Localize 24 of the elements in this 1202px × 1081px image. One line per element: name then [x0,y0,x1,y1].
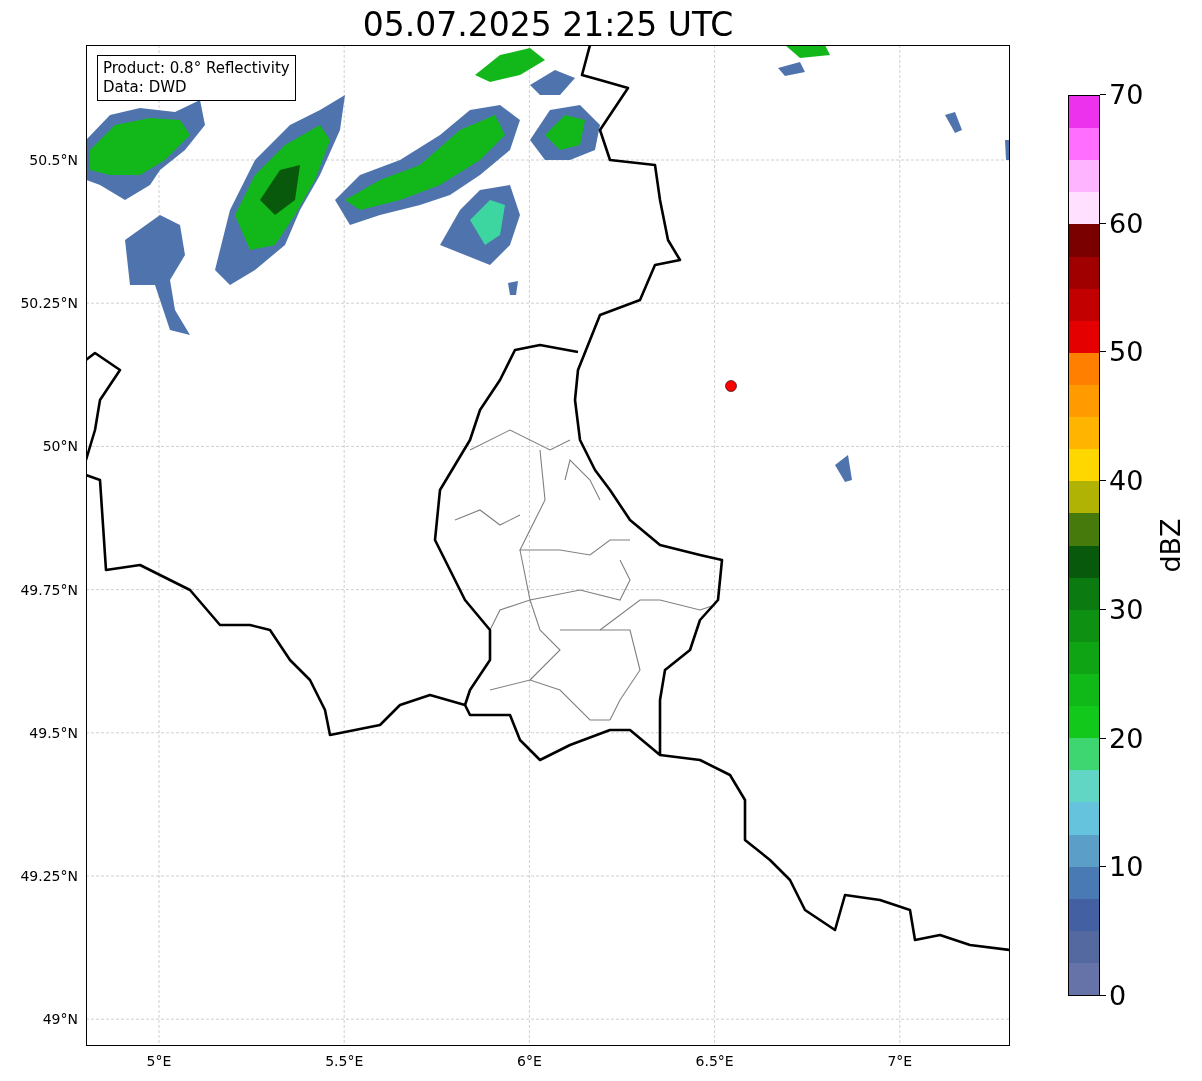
info-text: Data: DWD [103,78,188,97]
colorbar-tick-label: 60 [1109,207,1144,240]
chart-title: 05.07.2025 21:25 UTC [362,5,734,45]
axis-tick-label: 6°E [517,1052,542,1070]
axis-tick-label: 5.5°E [325,1052,364,1070]
axis-tick-label: 50°N [42,437,78,456]
colorbar-label: dBZ [1154,518,1186,573]
axis-tick-label: 7°E [887,1052,913,1070]
info-text: Product: 0.8° Reflectivity [103,59,290,78]
axis-tick-label: 49.75°N [20,580,78,599]
colorbar-tick-label: 70 [1109,79,1144,111]
axis-tick-label: 49°N [42,1010,78,1029]
axis-tick-label: 49.25°N [20,867,78,885]
colorbar-tick-label: 40 [1109,465,1144,498]
axis-tick-label: 5°E [146,1052,172,1070]
colorbar-tick-label: 50 [1109,336,1144,369]
axis-tick-label: 50.25°N [20,294,78,313]
colorbar-tick-label: 20 [1109,722,1144,755]
axis-tick-label: 49.5°N [29,723,78,742]
colorbar-tick-label: 10 [1109,851,1144,884]
colorbar-tick-label: 30 [1109,593,1144,626]
axis-tick-label: 6.5°E [695,1052,734,1070]
colorbar-tick-label: 0 [1109,980,1127,1012]
axis-tick-label: 50.5°N [29,151,78,169]
